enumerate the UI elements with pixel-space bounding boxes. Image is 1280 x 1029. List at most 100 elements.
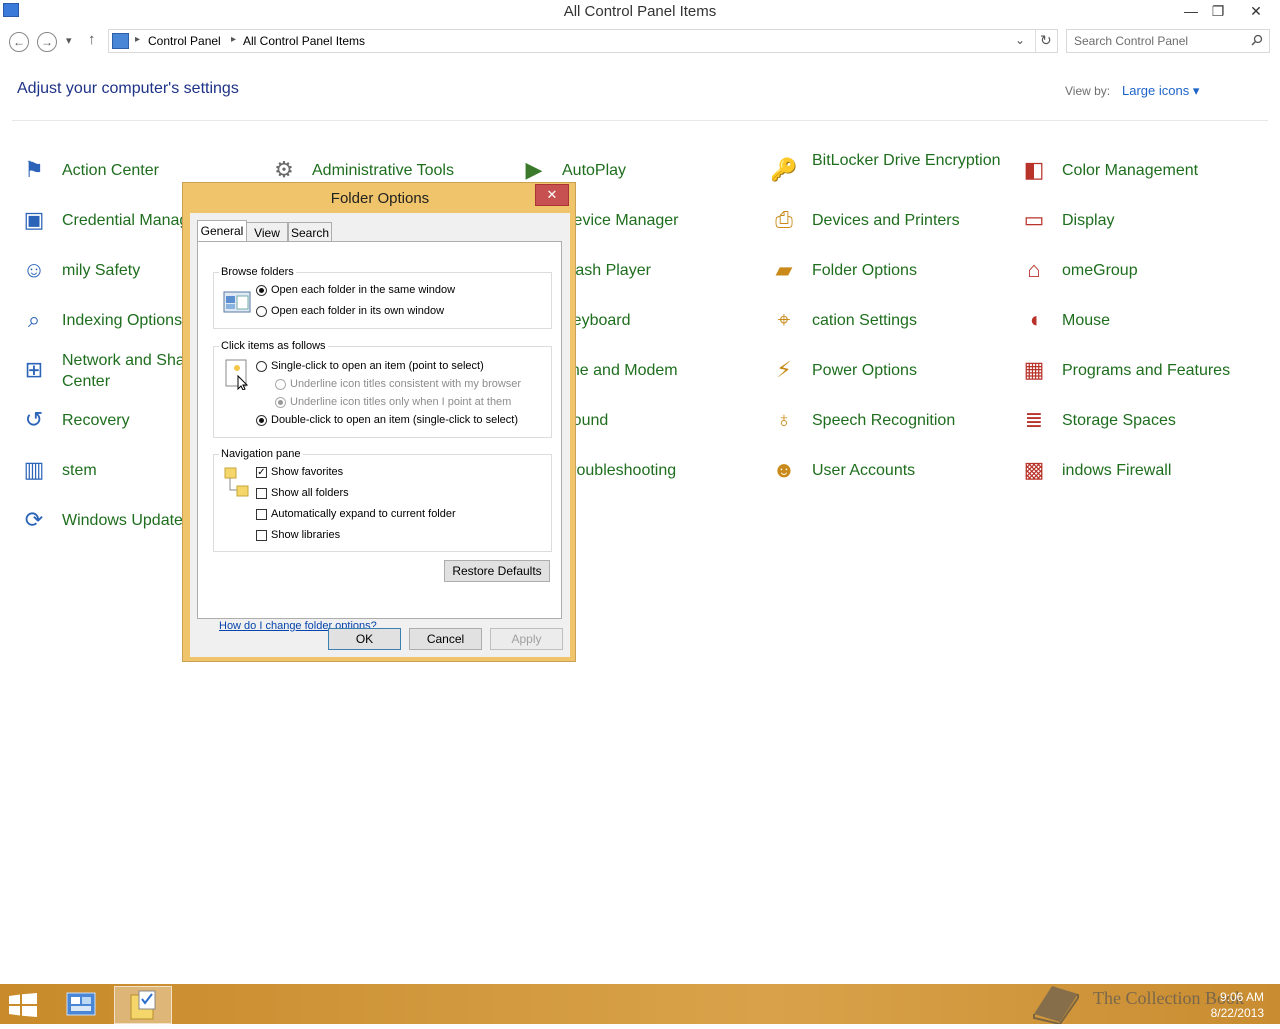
breadcrumb-separator: ▸ — [135, 34, 141, 45]
search-icon[interactable] — [1251, 34, 1263, 46]
taskbar-folder-options-button[interactable] — [114, 986, 172, 1024]
item-label: Indexing Options — [62, 312, 183, 329]
start-windows-icon[interactable] — [9, 993, 37, 1017]
underline-point-radio[interactable]: Underline icon titles only when I point … — [275, 396, 511, 408]
option-label: Double-click to open an item (single-cli… — [271, 414, 518, 426]
network-icon: ⊞ — [24, 357, 44, 382]
click-items-legend: Click items as follows — [219, 340, 328, 352]
item-label: Windows Update — [62, 512, 183, 529]
radio-indicator — [256, 360, 267, 372]
ok-button[interactable]: OK — [328, 628, 401, 650]
back-button[interactable]: ← — [9, 32, 29, 52]
auto-expand-checkbox[interactable]: Automatically expand to current folder — [256, 508, 456, 520]
location-icon: ⌖ — [777, 307, 791, 332]
control-panel-icon — [112, 33, 129, 49]
apply-button[interactable]: Apply — [490, 628, 563, 650]
refresh-icon[interactable]: ↻ — [1040, 32, 1052, 49]
show-libraries-checkbox[interactable]: Show libraries — [256, 529, 340, 541]
bitlocker-icon: 🔑 — [770, 157, 798, 182]
firewall-icon: ▩ — [1023, 457, 1045, 482]
item-label: Device Manager — [562, 212, 679, 229]
control-panel-item[interactable]: 🔑 BitLocker Drive Encryption — [767, 150, 1007, 190]
search-box[interactable]: Search Control Panel — [1066, 29, 1270, 53]
general-tab-panel: Browse folders Open each folder in the s… — [197, 241, 562, 632]
item-label: Programs and Features — [1062, 362, 1231, 379]
dialog-title: Folder Options — [330, 190, 430, 207]
control-panel-item[interactable]: ▭ Display — [1017, 200, 1257, 240]
open-own-window-radio[interactable]: Open each folder in its own window — [256, 305, 444, 317]
navigation-pane-legend: Navigation pane — [219, 448, 303, 460]
recent-pages-button[interactable]: ▾ — [66, 34, 72, 47]
address-dropdown-icon[interactable]: ⌄ — [1015, 33, 1025, 47]
minimize-button[interactable]: — — [1176, 0, 1206, 22]
item-label: User Accounts — [812, 462, 916, 479]
item-label: Folder Options — [812, 262, 917, 279]
close-button[interactable]: ✕ — [1238, 0, 1274, 22]
control-panel-item[interactable]: ⌂ omeGroup — [1017, 250, 1257, 290]
restore-defaults-button[interactable]: Restore Defaults — [444, 560, 550, 582]
control-panel-item[interactable]: ⎙ Devices and Printers — [767, 200, 1007, 240]
dialog-body: General View Search Browse folders Open … — [190, 213, 570, 657]
dialog-close-button[interactable]: ✕ — [535, 184, 569, 206]
item-label: Power Options — [812, 362, 917, 379]
clock-time[interactable]: 9:06 AM — [1220, 990, 1264, 1004]
double-click-radio[interactable]: Double-click to open an item (single-cli… — [256, 414, 518, 426]
item-label: Recovery — [62, 412, 130, 429]
single-click-radio[interactable]: Single-click to open an item (point to s… — [256, 360, 484, 372]
restore-button[interactable]: ❐ — [1203, 0, 1233, 22]
breadcrumb-separator: ▸ — [231, 34, 237, 45]
underline-browser-radio[interactable]: Underline icon titles consistent with my… — [275, 378, 521, 390]
item-label: BitLocker Drive Encryption — [812, 152, 1001, 169]
show-favorites-checkbox[interactable]: ✓ Show favorites — [256, 466, 343, 478]
up-button[interactable]: ↑ — [88, 31, 96, 48]
control-panel-item[interactable]: ▩ indows Firewall — [1017, 450, 1257, 490]
taskbar-control-panel-button[interactable] — [53, 986, 109, 1022]
option-label: Open each folder in its own window — [271, 305, 445, 317]
open-same-window-radio[interactable]: Open each folder in the same window — [256, 284, 455, 296]
view-by-label: View by: — [1065, 84, 1111, 98]
watermark-book-icon — [1030, 984, 1082, 1026]
show-all-folders-checkbox[interactable]: Show all folders — [256, 487, 349, 499]
homegroup-icon: ⌂ — [1027, 257, 1041, 282]
control-panel-item[interactable]: ▰ Folder Options — [767, 250, 1007, 290]
family-safety-icon: ☺ — [22, 257, 46, 282]
tab-general[interactable]: General — [197, 220, 247, 243]
item-label: Devices and Printers — [812, 212, 960, 229]
control-panel-item[interactable]: ▦ Programs and Features — [1017, 350, 1257, 390]
breadcrumb-control-panel[interactable]: Control Panel — [148, 34, 221, 48]
window-title: All Control Panel Items — [563, 3, 717, 20]
address-bar[interactable]: ▸ Control Panel ▸ All Control Panel Item… — [108, 29, 1058, 53]
control-panel-item[interactable]: ⚡ Power Options — [767, 350, 1007, 390]
control-panel-item[interactable]: ◖ Mouse — [1017, 300, 1257, 340]
option-label: Open each folder in the same window — [271, 284, 456, 296]
option-label: Single-click to open an item (point to s… — [271, 360, 484, 372]
navigation-pane-icon — [224, 466, 250, 500]
mouse-icon: ◖ — [1027, 307, 1041, 332]
item-label: Action Center — [62, 162, 159, 179]
breadcrumb-all-items[interactable]: All Control Panel Items — [243, 34, 365, 48]
clock-date[interactable]: 8/22/2013 — [1211, 1006, 1264, 1020]
forward-button[interactable]: → — [37, 32, 57, 52]
browse-folders-legend: Browse folders — [219, 266, 296, 278]
control-panel-item[interactable]: ⌖ cation Settings — [767, 300, 1007, 340]
item-label: Display — [1062, 212, 1115, 229]
item-label: Troubleshooting — [562, 462, 677, 479]
item-label: Administrative Tools — [312, 162, 454, 179]
control-panel-item[interactable]: ♁ Speech Recognition — [767, 400, 1007, 440]
item-label: Storage Spaces — [1062, 412, 1176, 429]
option-label: Underline icon titles consistent with my… — [290, 378, 522, 390]
click-items-icon — [224, 358, 252, 391]
item-label: omeGroup — [1062, 262, 1138, 279]
taskbar: The Collection Book 9:06 AM 8/22/2013 — [0, 984, 1280, 1026]
cancel-button[interactable]: Cancel — [409, 628, 482, 650]
item-label: Mouse — [1062, 312, 1111, 329]
control-panel-item[interactable]: ☻ User Accounts — [767, 450, 1007, 490]
view-by-dropdown[interactable]: Large icons ▾ — [1122, 83, 1199, 99]
windows-update-icon: ⟳ — [24, 507, 44, 532]
programs-icon: ▦ — [1023, 357, 1045, 382]
item-label: AutoPlay — [562, 162, 627, 179]
search-input[interactable]: Search Control Panel — [1074, 34, 1188, 48]
control-panel-item[interactable]: ◧ Color Management — [1017, 150, 1257, 190]
checkbox-indicator — [256, 487, 267, 499]
control-panel-item[interactable]: ≣ Storage Spaces — [1017, 400, 1257, 440]
